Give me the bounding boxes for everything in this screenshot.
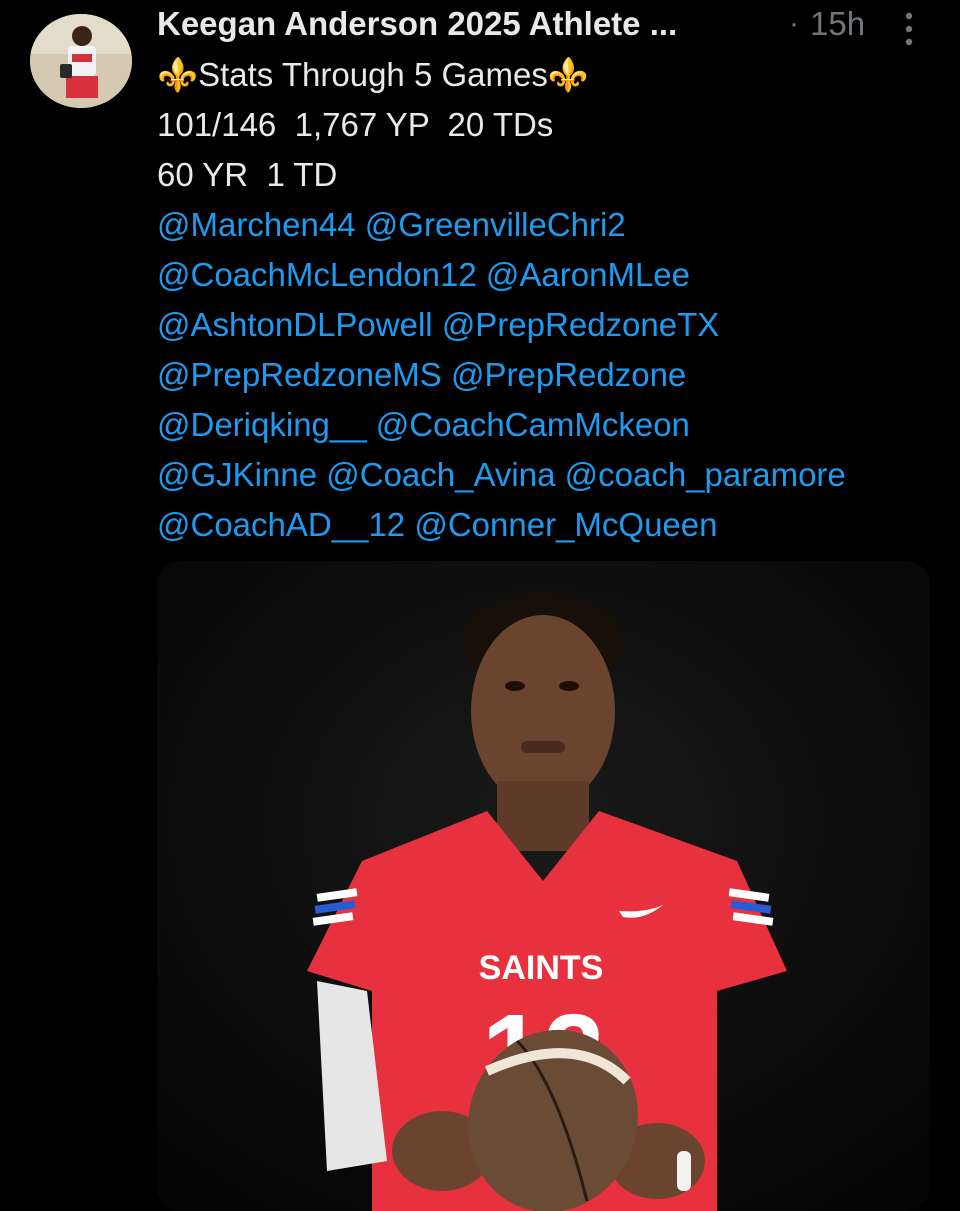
mentions-block: @Marchen44 @GreenvilleChri2 @CoachMcLendo… [157, 200, 947, 550]
tweet-body: ⚜️Stats Through 5 Games⚜️ 101/146 1,767 … [157, 50, 947, 550]
fleur-de-lis-icon: ⚜️ [547, 56, 589, 93]
mention-link[interactable]: @CoachAD__12 [157, 506, 405, 543]
author-avatar[interactable] [30, 14, 132, 108]
tweet-media-photo[interactable]: SAINTS 12 [157, 561, 930, 1211]
mention-line: @CoachAD__12 @Conner_McQueen [157, 500, 947, 550]
mention-link[interactable]: @Deriqking__ [157, 406, 367, 443]
mention-link[interactable]: @GreenvilleChri2 [365, 206, 626, 243]
athlete-photo: SAINTS 12 [157, 561, 930, 1211]
mention-link[interactable]: @PrepRedzone [451, 356, 686, 393]
mention-line: @PrepRedzoneMS @PrepRedzone [157, 350, 947, 400]
mention-link[interactable]: @Coach_Avina [326, 456, 555, 493]
mention-link[interactable]: @CoachCamMckeon [376, 406, 690, 443]
tweet-stats-line: 101/146 1,767 YP 20 TDs [157, 106, 554, 143]
jersey-text: SAINTS [479, 949, 604, 987]
mention-line: @Deriqking__ @CoachCamMckeon [157, 400, 947, 450]
tweet-stats-line: 60 YR 1 TD [157, 156, 338, 193]
profile-photo [30, 14, 132, 108]
tweet-title-line: ⚜️Stats Through 5 Games⚜️ [157, 50, 947, 100]
header-separator: · [789, 7, 799, 40]
mention-link[interactable]: @Marchen44 [157, 206, 356, 243]
mention-link[interactable]: @PrepRedzoneMS [157, 356, 442, 393]
mention-link[interactable]: @AaronMLee [486, 256, 690, 293]
mention-line: @CoachMcLendon12 @AaronMLee [157, 250, 947, 300]
tweet-header: Keegan Anderson 2025 Athlete ... · 15h [157, 4, 947, 48]
tweet-title-text: Stats Through 5 Games [198, 56, 548, 93]
mention-line: @GJKinne @Coach_Avina @coach_paramore [157, 450, 947, 500]
mention-link[interactable]: @PrepRedzoneTX [442, 306, 719, 343]
fleur-de-lis-icon: ⚜️ [157, 56, 199, 93]
mention-link[interactable]: @CoachMcLendon12 [157, 256, 477, 293]
tweet-timestamp[interactable]: 15h [810, 4, 865, 44]
mention-link[interactable]: @Conner_McQueen [414, 506, 717, 543]
mention-link[interactable]: @coach_paramore [565, 456, 846, 493]
mention-link[interactable]: @AshtonDLPowell [157, 306, 433, 343]
author-display-name[interactable]: Keegan Anderson 2025 Athlete ... [157, 4, 677, 44]
vertical-ellipsis-icon[interactable] [901, 12, 917, 46]
mention-line: @AshtonDLPowell @PrepRedzoneTX [157, 300, 947, 350]
mention-line: @Marchen44 @GreenvilleChri2 [157, 200, 947, 250]
mention-link[interactable]: @GJKinne [157, 456, 317, 493]
